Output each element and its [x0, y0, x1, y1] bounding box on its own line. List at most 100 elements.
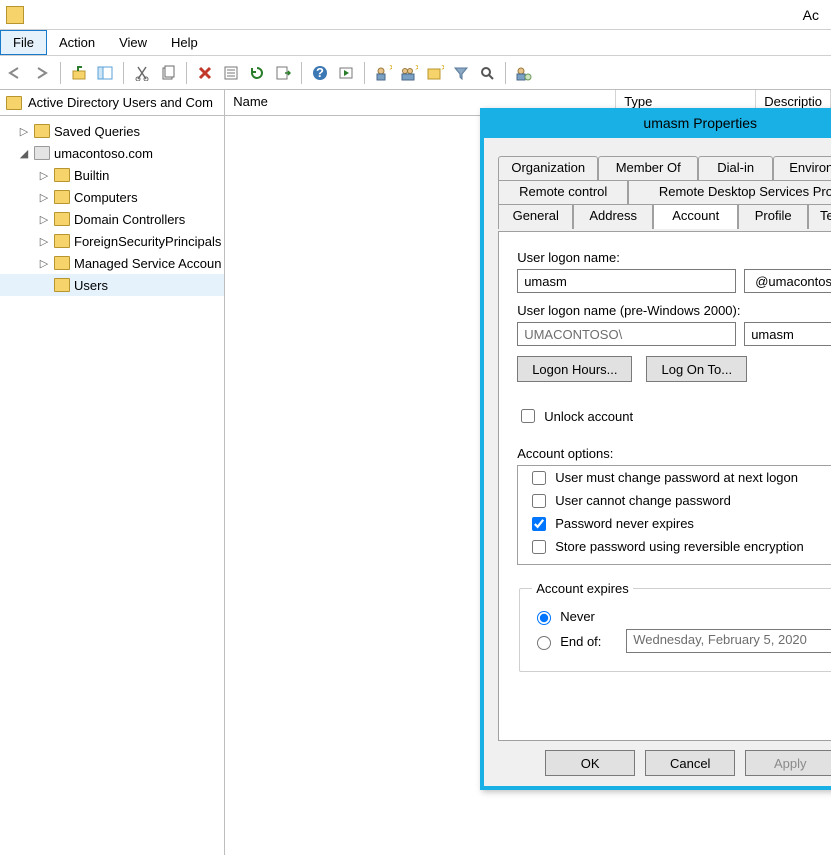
unlock-account-label: Unlock account	[544, 409, 633, 424]
account-option-checkbox[interactable]	[532, 540, 546, 554]
tree-node-users[interactable]: Users	[0, 274, 224, 296]
new-group-button[interactable]: ✶	[397, 61, 421, 85]
nt-user-input[interactable]	[744, 322, 831, 346]
app-icon	[6, 6, 24, 24]
domain-icon	[34, 146, 50, 160]
svg-text:?: ?	[316, 65, 324, 80]
folder-icon	[54, 190, 70, 204]
apply-button[interactable]: Apply	[745, 750, 831, 776]
tab-profile[interactable]: Profile	[738, 204, 808, 229]
copy-button[interactable]	[156, 61, 180, 85]
account-option-checkbox[interactable]	[532, 517, 546, 531]
tree-node-managed-service-accoun[interactable]: ▷Managed Service Accoun	[0, 252, 224, 274]
folder-icon	[54, 168, 70, 182]
tree-node-saved-queries[interactable]: ▷ Saved Queries	[0, 120, 224, 142]
tab-strip: OrganizationMember OfDial-inEnvironmentS…	[498, 156, 831, 229]
toolbar-divider	[123, 62, 124, 84]
nav-forward-button[interactable]	[30, 61, 54, 85]
folder-icon	[54, 212, 70, 226]
toolbar-divider	[364, 62, 365, 84]
run-button[interactable]	[334, 61, 358, 85]
list-pane: Name Type Descriptio rvice acDSyncADSync…	[225, 90, 831, 855]
tab-telephones[interactable]: Telephones	[808, 204, 831, 229]
dialog-titlebar[interactable]: umasm Properties ? ✕	[480, 108, 831, 138]
account-option[interactable]: User must change password at next logon	[518, 466, 831, 489]
ok-button[interactable]: OK	[545, 750, 635, 776]
log-on-to-button[interactable]: Log On To...	[646, 356, 747, 382]
folder-icon	[54, 278, 70, 292]
expand-icon[interactable]: ▷	[38, 191, 50, 204]
export-list-button[interactable]	[271, 61, 295, 85]
cancel-button[interactable]: Cancel	[645, 750, 735, 776]
account-expires-legend: Account expires	[532, 581, 633, 596]
upn-suffix-select[interactable]: @umacontoso.com	[744, 269, 831, 293]
account-expires-group: Account expires Never End of: Wednesday,…	[519, 581, 831, 672]
menu-view[interactable]: View	[107, 30, 159, 55]
unlock-account-checkbox[interactable]	[521, 409, 535, 423]
tree-node-builtin[interactable]: ▷ Builtin	[0, 164, 224, 186]
folder-icon	[54, 256, 70, 270]
properties-button[interactable]	[219, 61, 243, 85]
tree-label: Builtin	[74, 168, 109, 183]
expand-icon[interactable]: ▷	[38, 257, 50, 270]
show-hide-tree-button[interactable]	[93, 61, 117, 85]
account-options-label: Account options:	[517, 446, 831, 461]
menu-action[interactable]: Action	[47, 30, 107, 55]
folder-icon	[6, 96, 22, 110]
tab-account[interactable]: Account	[653, 204, 738, 229]
account-option[interactable]: Store password using reversible encrypti…	[518, 535, 831, 558]
expand-icon[interactable]: ▷	[18, 125, 30, 138]
find-button[interactable]	[475, 61, 499, 85]
tab-dial-in[interactable]: Dial-in	[698, 156, 773, 181]
expand-icon[interactable]: ▷	[38, 235, 50, 248]
tree-node-domain[interactable]: ◢ umacontoso.com	[0, 142, 224, 164]
tab-address[interactable]: Address	[573, 204, 653, 229]
tab-remote-control[interactable]: Remote control	[498, 180, 628, 205]
tab-member-of[interactable]: Member Of	[598, 156, 698, 181]
tab-remote-desktop-services-profile[interactable]: Remote Desktop Services Profile	[628, 180, 831, 205]
logon-name-input[interactable]	[517, 269, 736, 293]
account-option[interactable]: User cannot change password	[518, 489, 831, 512]
tree-node-computers[interactable]: ▷Computers	[0, 186, 224, 208]
logon-pre2000-label: User logon name (pre-Windows 2000):	[517, 303, 831, 318]
expand-icon[interactable]: ▷	[38, 213, 50, 226]
expire-never-radio[interactable]	[537, 611, 551, 625]
folder-icon	[34, 124, 50, 138]
window-title: Ac	[30, 7, 825, 23]
collapse-icon[interactable]: ◢	[18, 147, 30, 160]
account-option-checkbox[interactable]	[532, 494, 546, 508]
tree-node-foreignsecurityprincipals[interactable]: ▷ForeignSecurityPrincipals	[0, 230, 224, 252]
delete-button[interactable]	[193, 61, 217, 85]
refresh-button[interactable]	[245, 61, 269, 85]
menu-file[interactable]: File	[0, 30, 47, 55]
account-option-checkbox[interactable]	[532, 471, 546, 485]
logon-hours-button[interactable]: Logon Hours...	[517, 356, 632, 382]
filter-button[interactable]	[449, 61, 473, 85]
nav-back-button[interactable]	[4, 61, 28, 85]
properties-dialog: umasm Properties ? ✕ OrganizationMember …	[480, 108, 831, 790]
tab-organization[interactable]: Organization	[498, 156, 598, 181]
expire-date-picker[interactable]: Wednesday, February 5, 2020 ▦▾	[626, 629, 831, 653]
dialog-title: umasm Properties	[480, 115, 831, 131]
account-option-label: User must change password at next logon	[555, 470, 798, 485]
cut-button[interactable]	[130, 61, 154, 85]
tree-label: Saved Queries	[54, 124, 140, 139]
tab-general[interactable]: General	[498, 204, 573, 229]
help-button[interactable]: ?	[308, 61, 332, 85]
expire-endof-radio[interactable]	[537, 636, 551, 650]
expire-never-label: Never	[560, 609, 595, 624]
up-level-button[interactable]	[67, 61, 91, 85]
expire-endof-label: End of:	[560, 634, 620, 649]
tree-label: Users	[74, 278, 108, 293]
menubar: File Action View Help	[0, 30, 831, 56]
menu-help[interactable]: Help	[159, 30, 210, 55]
new-ou-button[interactable]: ✶	[423, 61, 447, 85]
toolbar-divider	[301, 62, 302, 84]
tab-environment[interactable]: Environment	[773, 156, 831, 181]
new-user-button[interactable]: ✶	[371, 61, 395, 85]
add-to-group-button[interactable]	[512, 61, 536, 85]
expand-icon[interactable]: ▷	[38, 169, 50, 182]
tree-pane: Active Directory Users and Com ▷ Saved Q…	[0, 90, 225, 855]
account-option[interactable]: Password never expires	[518, 512, 831, 535]
tree-node-domain-controllers[interactable]: ▷Domain Controllers	[0, 208, 224, 230]
